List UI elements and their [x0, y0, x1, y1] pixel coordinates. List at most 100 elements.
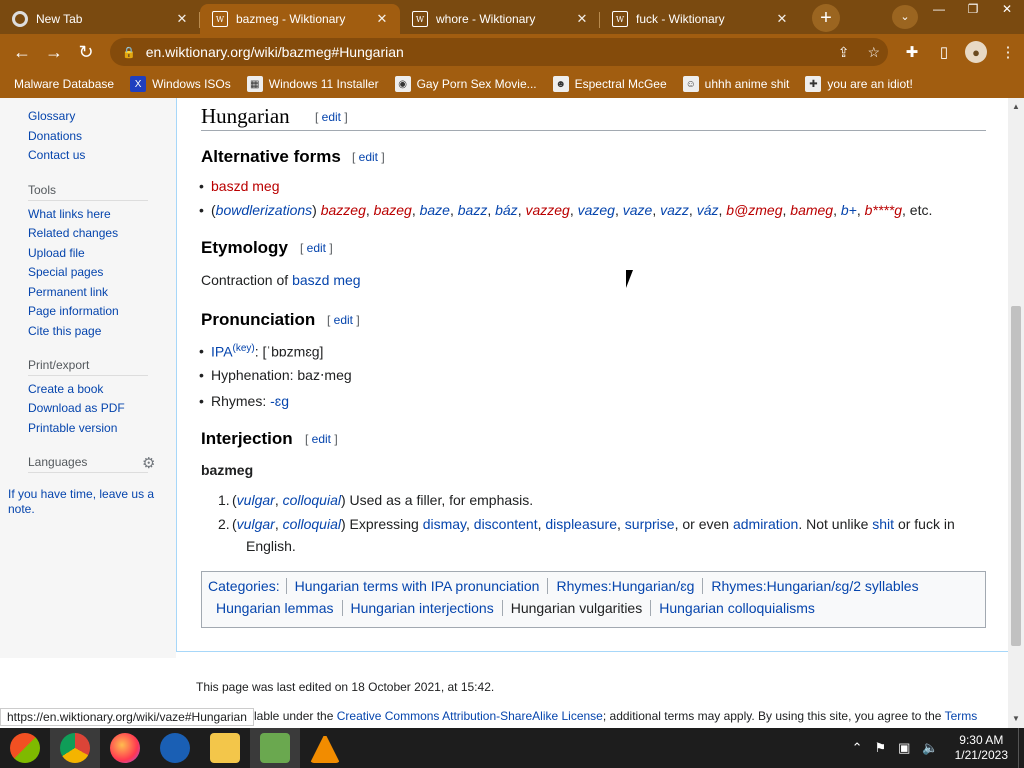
vulgar-link[interactable]: vulgar: [237, 516, 275, 532]
tab-bazmeg[interactable]: W bazmeg - Wiktionary ✕: [200, 4, 400, 34]
taskbar-firefox[interactable]: [100, 728, 150, 768]
share-icon[interactable]: ⇪: [838, 44, 850, 61]
close-icon[interactable]: ✕: [774, 11, 790, 27]
close-icon[interactable]: ✕: [174, 11, 190, 27]
sidebar-link-page-information[interactable]: Page information: [28, 304, 119, 318]
clock[interactable]: 9:30 AM 1/21/2023: [955, 733, 1008, 763]
side-panel-icon[interactable]: ▯: [928, 38, 960, 66]
extensions-icon[interactable]: ✚: [896, 38, 928, 66]
vulgar-link[interactable]: vulgar: [237, 492, 275, 508]
alt-form-link[interactable]: baszd meg: [211, 178, 279, 194]
admiration-link[interactable]: admiration: [733, 516, 798, 532]
colloquial-link[interactable]: colloquial: [283, 516, 341, 532]
bookmark-malware-database[interactable]: Malware Database: [14, 77, 114, 91]
edit-link[interactable]: edit: [307, 241, 326, 255]
taskbar-vlc[interactable]: [300, 728, 350, 768]
category-link[interactable]: Rhymes:Hungarian/ɛɡ: [547, 578, 702, 594]
category-link[interactable]: Hungarian interjections: [341, 600, 502, 616]
displeasure-link[interactable]: displeasure: [545, 516, 617, 532]
tab-whore[interactable]: W whore - Wiktionary ✕: [400, 4, 600, 34]
close-icon[interactable]: ✕: [374, 11, 390, 27]
ipa-link[interactable]: IPA: [211, 344, 233, 360]
tab-fuck[interactable]: W fuck - Wiktionary ✕: [600, 4, 800, 34]
bowdlerization-link[interactable]: vazeg: [578, 202, 615, 218]
page-scrollbar[interactable]: ▲ ▼: [1008, 98, 1024, 728]
restore-icon[interactable]: ❐: [956, 0, 990, 18]
sidebar-link-permanent-link[interactable]: Permanent link: [28, 285, 108, 299]
dismay-link[interactable]: dismay: [423, 516, 466, 532]
bowdlerization-link[interactable]: vaze: [623, 202, 653, 218]
tab-new-tab[interactable]: New Tab ✕: [0, 4, 200, 34]
shit-link[interactable]: shit: [872, 516, 894, 532]
bowdlerization-link[interactable]: b+: [841, 202, 857, 218]
bowdlerization-link[interactable]: váz: [697, 202, 719, 218]
category-link[interactable]: Rhymes:Hungarian/ɛɡ/2 syllables: [702, 578, 926, 594]
network-icon[interactable]: ▣: [898, 740, 910, 756]
rhymes-link[interactable]: -ɛɡ: [270, 393, 289, 409]
taskbar-app-blue[interactable]: [150, 728, 200, 768]
meg-link[interactable]: meg: [333, 272, 360, 288]
close-icon[interactable]: ✕: [574, 11, 590, 27]
back-icon[interactable]: ←: [6, 38, 38, 66]
taskbar-chrome[interactable]: [50, 728, 100, 768]
edit-link[interactable]: edit: [334, 313, 353, 327]
category-link[interactable]: Hungarian vulgarities: [501, 600, 651, 616]
taskbar-explorer[interactable]: [200, 728, 250, 768]
bookmark-windows-11-installer[interactable]: ▦ Windows 11 Installer: [246, 76, 379, 92]
address-bar[interactable]: 🔒 en.wiktionary.org/wiki/bazmeg#Hungaria…: [110, 38, 888, 66]
sidebar-link-glossary[interactable]: Glossary: [28, 109, 75, 123]
close-window-icon[interactable]: ✕: [990, 0, 1024, 18]
sidebar-link-download-pdf[interactable]: Download as PDF: [28, 401, 125, 415]
sidebar-link-contact[interactable]: Contact us: [28, 148, 85, 162]
sidebar-link-upload-file[interactable]: Upload file: [28, 246, 85, 260]
bowdlerization-link[interactable]: vazzeg: [525, 202, 569, 218]
sidebar-link-related-changes[interactable]: Related changes: [28, 226, 118, 240]
sidebar-link-what-links-here[interactable]: What links here: [28, 207, 111, 221]
new-tab-button[interactable]: +: [812, 4, 840, 32]
edit-link[interactable]: edit: [359, 150, 378, 164]
minimize-icon[interactable]: —: [922, 0, 956, 18]
edit-link[interactable]: edit: [322, 110, 341, 124]
bookmark-idiot[interactable]: ✚ you are an idiot!: [805, 76, 913, 92]
flag-icon[interactable]: ⚑: [874, 740, 886, 756]
ipa-key-link[interactable]: (key): [233, 343, 255, 354]
terms-link[interactable]: Terms: [945, 709, 978, 723]
forward-icon[interactable]: →: [38, 38, 70, 66]
bowdlerization-link[interactable]: b@zmeg: [726, 202, 782, 218]
category-link[interactable]: Hungarian lemmas: [208, 600, 342, 616]
scroll-up-icon[interactable]: ▲: [1008, 102, 1024, 114]
taskbar-control-panel[interactable]: [250, 728, 300, 768]
bowdlerization-link[interactable]: baze: [420, 202, 450, 218]
reload-icon[interactable]: ↻: [70, 38, 102, 66]
lock-icon[interactable]: 🔒: [122, 46, 136, 59]
bookmark-windows-isos[interactable]: X Windows ISOs: [130, 76, 231, 92]
sidebar-link-special-pages[interactable]: Special pages: [28, 265, 103, 279]
scrollbar-thumb[interactable]: [1011, 306, 1021, 646]
bowdlerization-link[interactable]: bazzeg: [321, 202, 366, 218]
bowdlerization-link[interactable]: báz: [495, 202, 518, 218]
sidebar-link-printable[interactable]: Printable version: [28, 421, 117, 435]
bowdlerizations-link[interactable]: bowdlerizations: [216, 202, 313, 218]
category-link[interactable]: Hungarian terms with IPA pronunciation: [285, 578, 548, 594]
languages-note-link[interactable]: If you have time, leave us a note.: [8, 487, 168, 517]
surprise-link[interactable]: surprise: [625, 516, 675, 532]
sidebar-link-donations[interactable]: Donations: [28, 129, 82, 143]
volume-icon[interactable]: 🔈: [922, 740, 938, 756]
baszd-link[interactable]: baszd: [292, 272, 329, 288]
scroll-down-icon[interactable]: ▼: [1008, 714, 1024, 726]
menu-icon[interactable]: ⋮: [992, 38, 1024, 66]
bowdlerization-link[interactable]: vazz: [660, 202, 689, 218]
bookmark-movie[interactable]: ◉ Gay Porn Sex Movie...: [394, 76, 537, 92]
bowdlerization-link[interactable]: bazz: [458, 202, 488, 218]
license-link[interactable]: Creative Commons Attribution-ShareAlike …: [337, 709, 603, 723]
bowdlerization-link[interactable]: bameg: [790, 202, 833, 218]
colloquial-link[interactable]: colloquial: [283, 492, 341, 508]
tab-search-button[interactable]: ⌄: [892, 5, 918, 29]
discontent-link[interactable]: discontent: [474, 516, 538, 532]
category-link[interactable]: Hungarian colloquialisms: [650, 600, 823, 616]
sidebar-link-create-book[interactable]: Create a book: [28, 382, 103, 396]
edit-link[interactable]: edit: [312, 432, 331, 446]
profile-button[interactable]: ●: [960, 38, 992, 66]
bookmark-espectral-mcgee[interactable]: ☻ Espectral McGee: [552, 76, 667, 92]
show-hidden-icons-icon[interactable]: ⌃: [852, 740, 863, 756]
